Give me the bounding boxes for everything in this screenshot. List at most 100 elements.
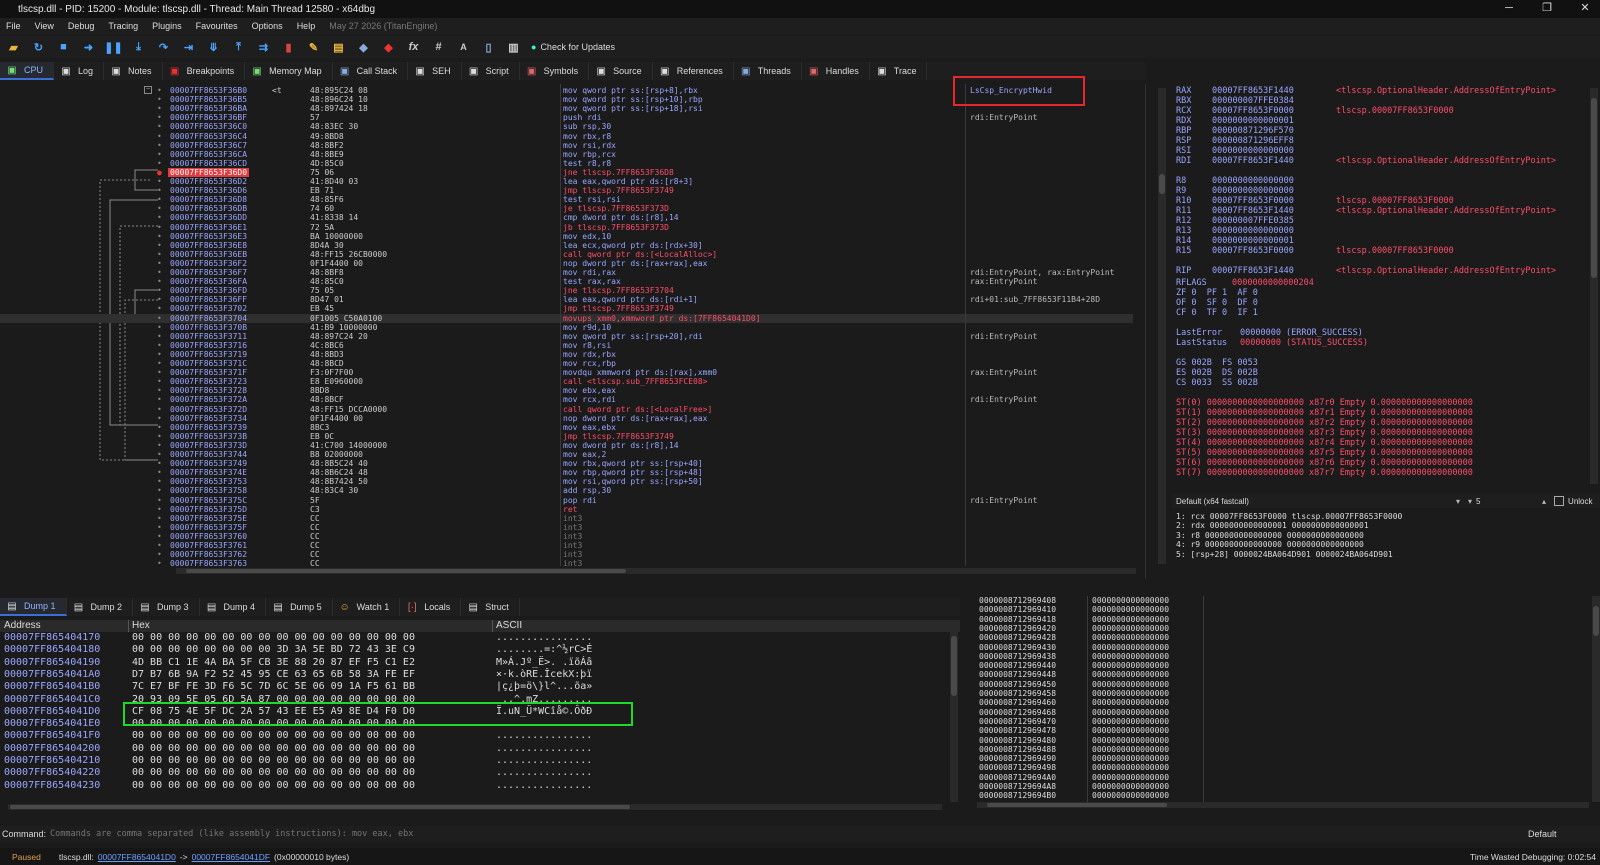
menu-tracing[interactable]: Tracing [108, 21, 138, 31]
stack-address[interactable]: 0000008712969430 [979, 643, 1056, 652]
register-row[interactable] [1176, 166, 1336, 176]
register-row[interactable]: RCX 00007FF8653F0000 tlscsp.00007FF8653F00… [1176, 106, 1454, 116]
stack-address[interactable]: 0000008712969470 [979, 717, 1056, 726]
tab-handles[interactable]: ▣ Handles [802, 62, 870, 80]
stack-address[interactable]: 0000008712969490 [979, 754, 1056, 763]
register-row[interactable]: RBX 000000007FFE0384 [1176, 96, 1336, 106]
stack-value[interactable]: 0000000000000000 [1092, 661, 1169, 670]
register-row[interactable]: R10 00007FF8653F0000 tlscsp.00007FF8653F00… [1176, 196, 1454, 206]
breakpoint-dot[interactable]: • [157, 514, 162, 523]
strings-icon[interactable]: A [454, 38, 473, 56]
disasm-scroll-thumb[interactable] [1159, 174, 1165, 194]
stack-address[interactable]: 0000008712969408 [979, 596, 1056, 605]
stack-address[interactable]: 0000008712969460 [979, 698, 1056, 707]
menu-favourites[interactable]: Favourites [196, 21, 238, 31]
dump-scroll-thumb[interactable] [951, 636, 957, 696]
dump-tab-dump-5[interactable]: ▤ Dump 5 [266, 598, 333, 616]
breakpoint-dot[interactable]: • [157, 423, 162, 432]
stack-address[interactable]: 0000008712969488 [979, 745, 1056, 754]
register-row[interactable]: RSP 000000871296EFF8 [1176, 136, 1336, 146]
stack-address[interactable]: 0000008712969450 [979, 680, 1056, 689]
minimize-icon[interactable]: ─ [1494, 0, 1524, 18]
stack-panel[interactable]: 0000008712969408 0000000000000000 00000087… [975, 596, 1600, 810]
dump-tab-dump-4[interactable]: ▤ Dump 4 [200, 598, 267, 616]
stack-value[interactable]: 0000000000000000 [1092, 596, 1169, 605]
breakpoint-dot[interactable]: • [157, 505, 162, 514]
disasm-row[interactable]: • 00007FF8653F36EB 48:FF15 26CB0000 call qw… [0, 250, 1133, 259]
disasm-row[interactable]: • 00007FF8653F36D8 48:85F6 test rsi,rsi [0, 195, 1133, 204]
tab-log[interactable]: ▣ Log [54, 62, 105, 80]
pause-icon[interactable]: ❚❚ [104, 38, 123, 56]
stack-value[interactable]: 0000000000000000 [1092, 736, 1169, 745]
disasm-row[interactable]: • 00007FF8653F3763 CC int3 [0, 559, 1133, 568]
stack-value[interactable]: 0000000000000000 [1092, 708, 1169, 717]
argument-row[interactable]: 5: [rsp+28] 0000024BA064D901 0000024BA06… [1176, 550, 1393, 559]
stack-value[interactable]: 0000000000000000 [1092, 791, 1169, 800]
menu-options[interactable]: Options [252, 21, 283, 31]
dump-row[interactable]: 00007FF865404180 00 00 00 00 00 00 00 00 … [0, 644, 940, 656]
stack-address[interactable]: 0000008712969410 [979, 605, 1056, 614]
breakpoint-dot[interactable]: • [157, 150, 162, 159]
close-icon[interactable]: ✕ [1570, 0, 1600, 18]
tab-breakpoints[interactable]: ▣ Breakpoints [163, 62, 246, 80]
breakpoint-dot[interactable]: • [157, 368, 162, 377]
stop-icon[interactable]: ■ [54, 38, 73, 56]
disasm-row[interactable]: • 00007FF8653F3719 48:8BD3 mov rdx,rbx [0, 350, 1133, 359]
chevron-down-icon[interactable]: ▾ [1468, 497, 1472, 506]
breakpoint-dot[interactable]: • [157, 341, 162, 350]
tab-threads[interactable]: ▣ Threads [734, 62, 802, 80]
dump-scrollbar[interactable] [950, 622, 958, 802]
selection-start-link[interactable]: 00007FF8654041D0 [98, 852, 176, 862]
breakpoint-dot[interactable]: • [157, 359, 162, 368]
command-mode-select[interactable]: Default [1528, 829, 1557, 839]
rflags-row[interactable]: RFLAGS 0000000000000204 [1176, 278, 1314, 288]
register-row[interactable]: R9 0000000000000000 [1176, 186, 1336, 196]
disasm-row[interactable]: • 00007FF8653F36C0 48:83EC 30 sub rsp,30 [0, 122, 1133, 131]
disasm-row[interactable]: • 00007FF8653F36FF 8D47 01 lea eax,qword pt… [0, 295, 1133, 304]
disasm-row[interactable]: • 00007FF8653F36DB 74 60 je tlscsp.7FF8653F… [0, 204, 1133, 213]
tab-memory-map[interactable]: ▣ Memory Map [245, 62, 333, 80]
breakpoint-dot[interactable]: ● [157, 168, 162, 177]
disasm-row[interactable]: • 00007FF8653F36DD 41:8338 14 cmp dword ptr… [0, 213, 1133, 222]
dump-row[interactable]: 00007FF8654041A0 D7 B7 6B 9A F2 52 45 95 … [0, 669, 940, 681]
dump-row[interactable]: 00007FF865404230 00 00 00 00 00 00 00 00 … [0, 780, 940, 792]
disasm-scrollbar[interactable] [1158, 88, 1166, 564]
stack-value[interactable]: 0000000000000000 [1092, 643, 1169, 652]
disasm-row[interactable]: • 00007FF8653F3723 E8 E0960000 call <tlscsp… [0, 377, 1133, 386]
dump-tab-dump-1[interactable]: ▤ Dump 1 [0, 598, 67, 616]
dump-tab-dump-3[interactable]: ▤ Dump 3 [133, 598, 200, 616]
breakpoint-dot[interactable]: • [157, 559, 162, 568]
chevron-down-icon[interactable]: ▾ [1456, 497, 1460, 506]
stack-address[interactable]: 0000008712969440 [979, 661, 1056, 670]
tab-symbols[interactable]: ▣ Symbols [520, 62, 590, 80]
tab-call-stack[interactable]: ▣ Call Stack [333, 62, 409, 80]
register-row[interactable]: RIP 00007FF8653F1440 <tlscsp.OptionalHeade… [1176, 266, 1556, 276]
disasm-row[interactable]: • 00007FF8653F375D C3 ret [0, 505, 1133, 514]
stack-value[interactable]: 0000000000000000 [1092, 717, 1169, 726]
breakpoint-dot[interactable]: • [157, 159, 162, 168]
stack-value[interactable]: 0000000000000000 [1092, 726, 1169, 735]
register-row[interactable]: RDI 00007FF8653F1440 <tlscsp.OptionalHeade… [1176, 156, 1556, 166]
disasm-row[interactable]: • 00007FF8653F375F CC int3 [0, 523, 1133, 532]
dump-row[interactable]: 00007FF865404210 00 00 00 00 00 00 00 00 … [0, 755, 940, 767]
tab-trace[interactable]: ▣ Trace [870, 62, 928, 80]
stack-scrollbar[interactable] [1592, 596, 1600, 802]
stack-address[interactable]: 0000008712969420 [979, 624, 1056, 633]
register-row[interactable]: R12 000000007FFE0385 [1176, 216, 1336, 226]
dump-row[interactable]: 00007FF8654041F0 00 00 00 00 00 00 00 00 … [0, 730, 940, 742]
dump-tab-watch-1[interactable]: ☺ Watch 1 [333, 598, 401, 616]
menu-help[interactable]: Help [297, 21, 316, 31]
patch-icon[interactable]: ✎ [304, 38, 323, 56]
stack-value[interactable]: 0000000000000000 [1092, 670, 1169, 679]
tab-seh[interactable]: ▣ SEH [408, 62, 462, 80]
disasm-row[interactable]: • 00007FF8653F373D 41:C700 14000000 mov dwo… [0, 441, 1133, 450]
breakpoint-dot[interactable]: • [157, 232, 162, 241]
breakpoint-dot[interactable]: • [157, 350, 162, 359]
stack-value[interactable]: 0000000000000000 [1092, 615, 1169, 624]
disasm-row[interactable]: • 00007FF8653F36D6 EB 71 jmp tlscsp.7FF8653… [0, 186, 1133, 195]
registers-scroll-thumb[interactable] [1591, 98, 1597, 278]
stack-address[interactable]: 0000008712969498 [979, 763, 1056, 772]
selection-end-link[interactable]: 00007FF8654041DF [192, 852, 270, 862]
register-row[interactable]: R14 0000000000000001 [1176, 236, 1336, 246]
stack-value[interactable]: 0000000000000000 [1092, 633, 1169, 642]
